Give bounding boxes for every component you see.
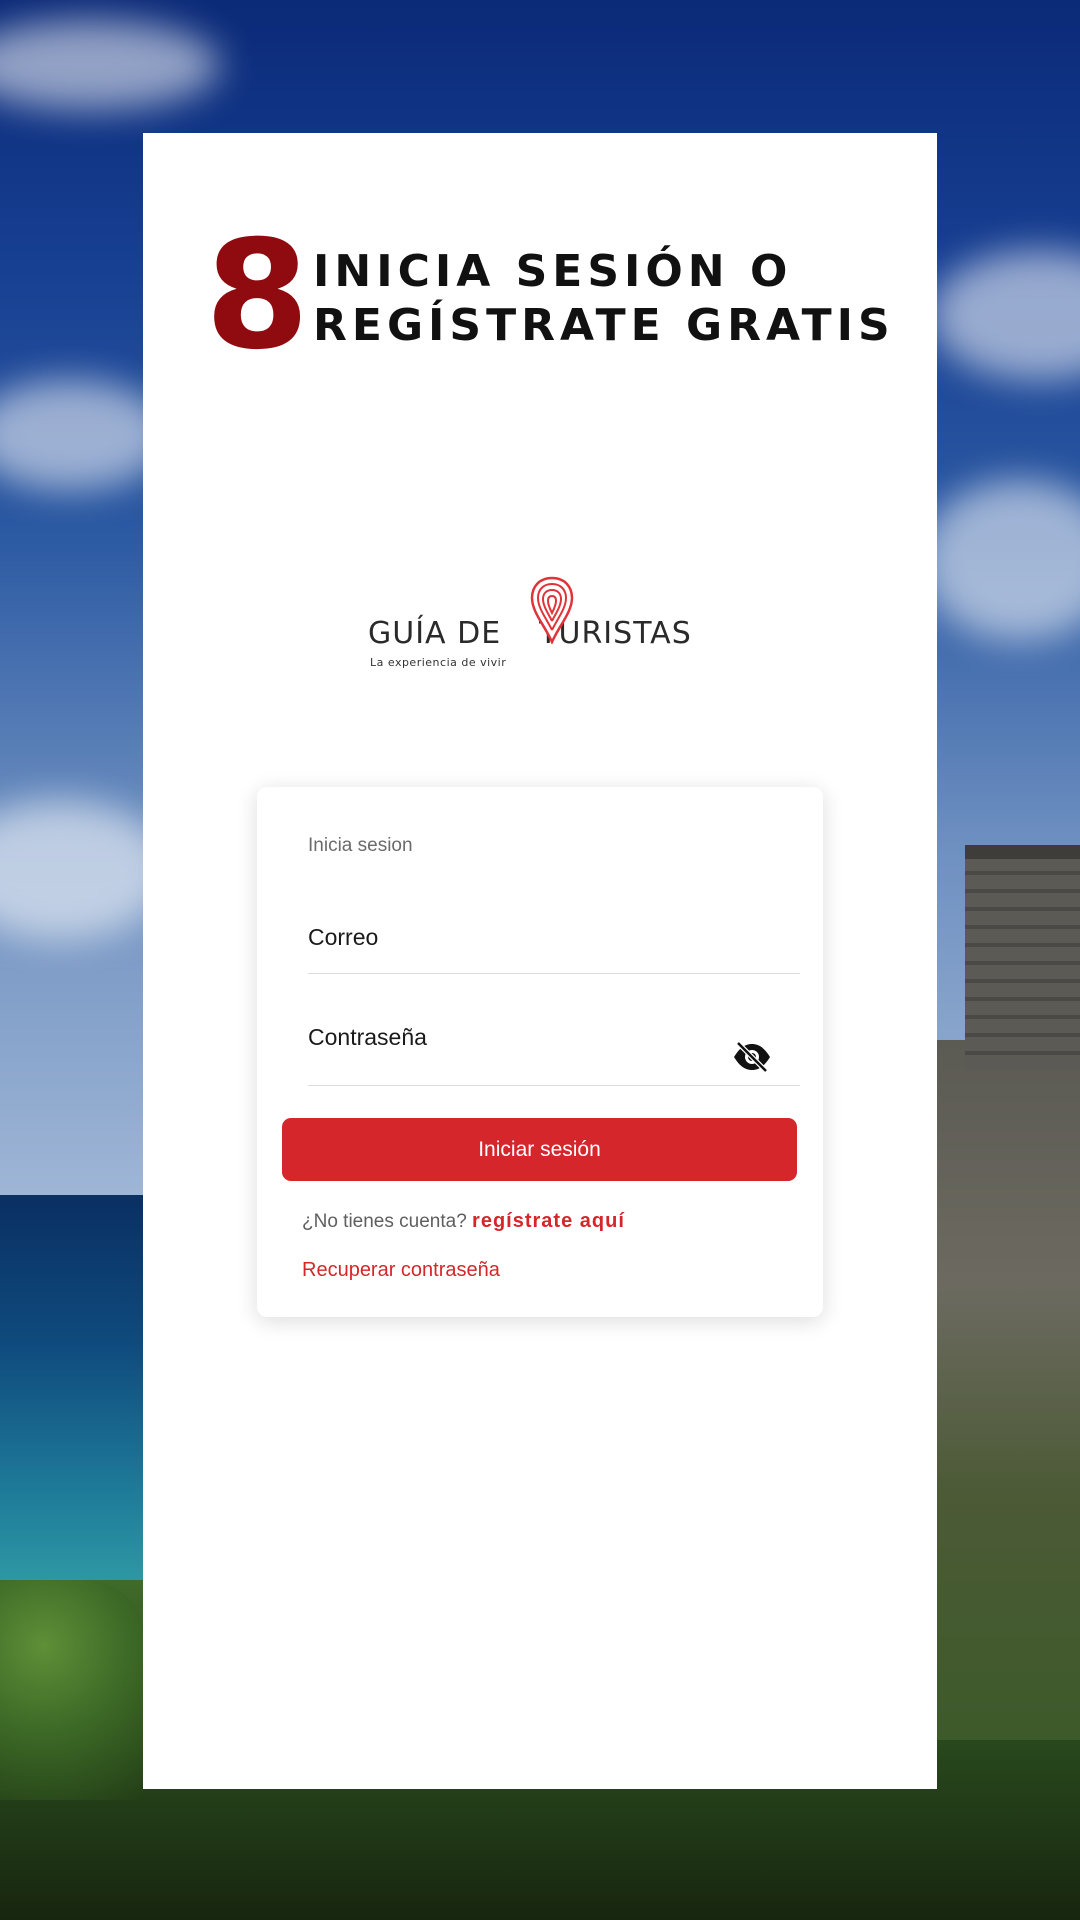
password-input[interactable] [308,1017,728,1057]
eye-slash-icon[interactable] [732,1041,772,1073]
email-field [308,907,800,974]
ruin [965,845,1080,1069]
no-account-text: ¿No tienes cuenta? [302,1211,467,1232]
foliage [0,1580,145,1800]
cliff [930,1040,1080,1740]
headline-line-2: REGÍSTRATE GRATIS [313,300,895,351]
map-pin-fingerprint-icon [530,576,574,644]
headline-line-1: INICIA SESIÓN O [313,246,793,297]
step-number: 8 [205,209,309,383]
logo-tagline: La experiencia de vivir [370,656,507,669]
logo-name-part-1: GUÍA DE [368,616,502,651]
content-panel: 8 INICIA SESIÓN O REGÍSTRATE GRATIS GUÍA… [143,133,937,1789]
password-field [308,1007,800,1086]
page-title: INICIA SESIÓN O REGÍSTRATE GRATIS [313,245,913,353]
signup-link[interactable]: regístrate aquí [472,1210,625,1232]
recover-password-link[interactable]: Recuperar contraseña [302,1259,500,1282]
login-card: Inicia sesion Iniciar sesión ¿No tienes … [257,787,823,1317]
login-button[interactable]: Iniciar sesión [282,1118,797,1181]
signup-prompt: ¿No tienes cuenta? regístrate aquí [302,1210,625,1233]
email-input[interactable] [308,917,728,957]
brand-logo: GUÍA DE TURISTAS La experiencia de vivir [368,576,713,671]
login-title: Inicia sesion [308,835,413,856]
